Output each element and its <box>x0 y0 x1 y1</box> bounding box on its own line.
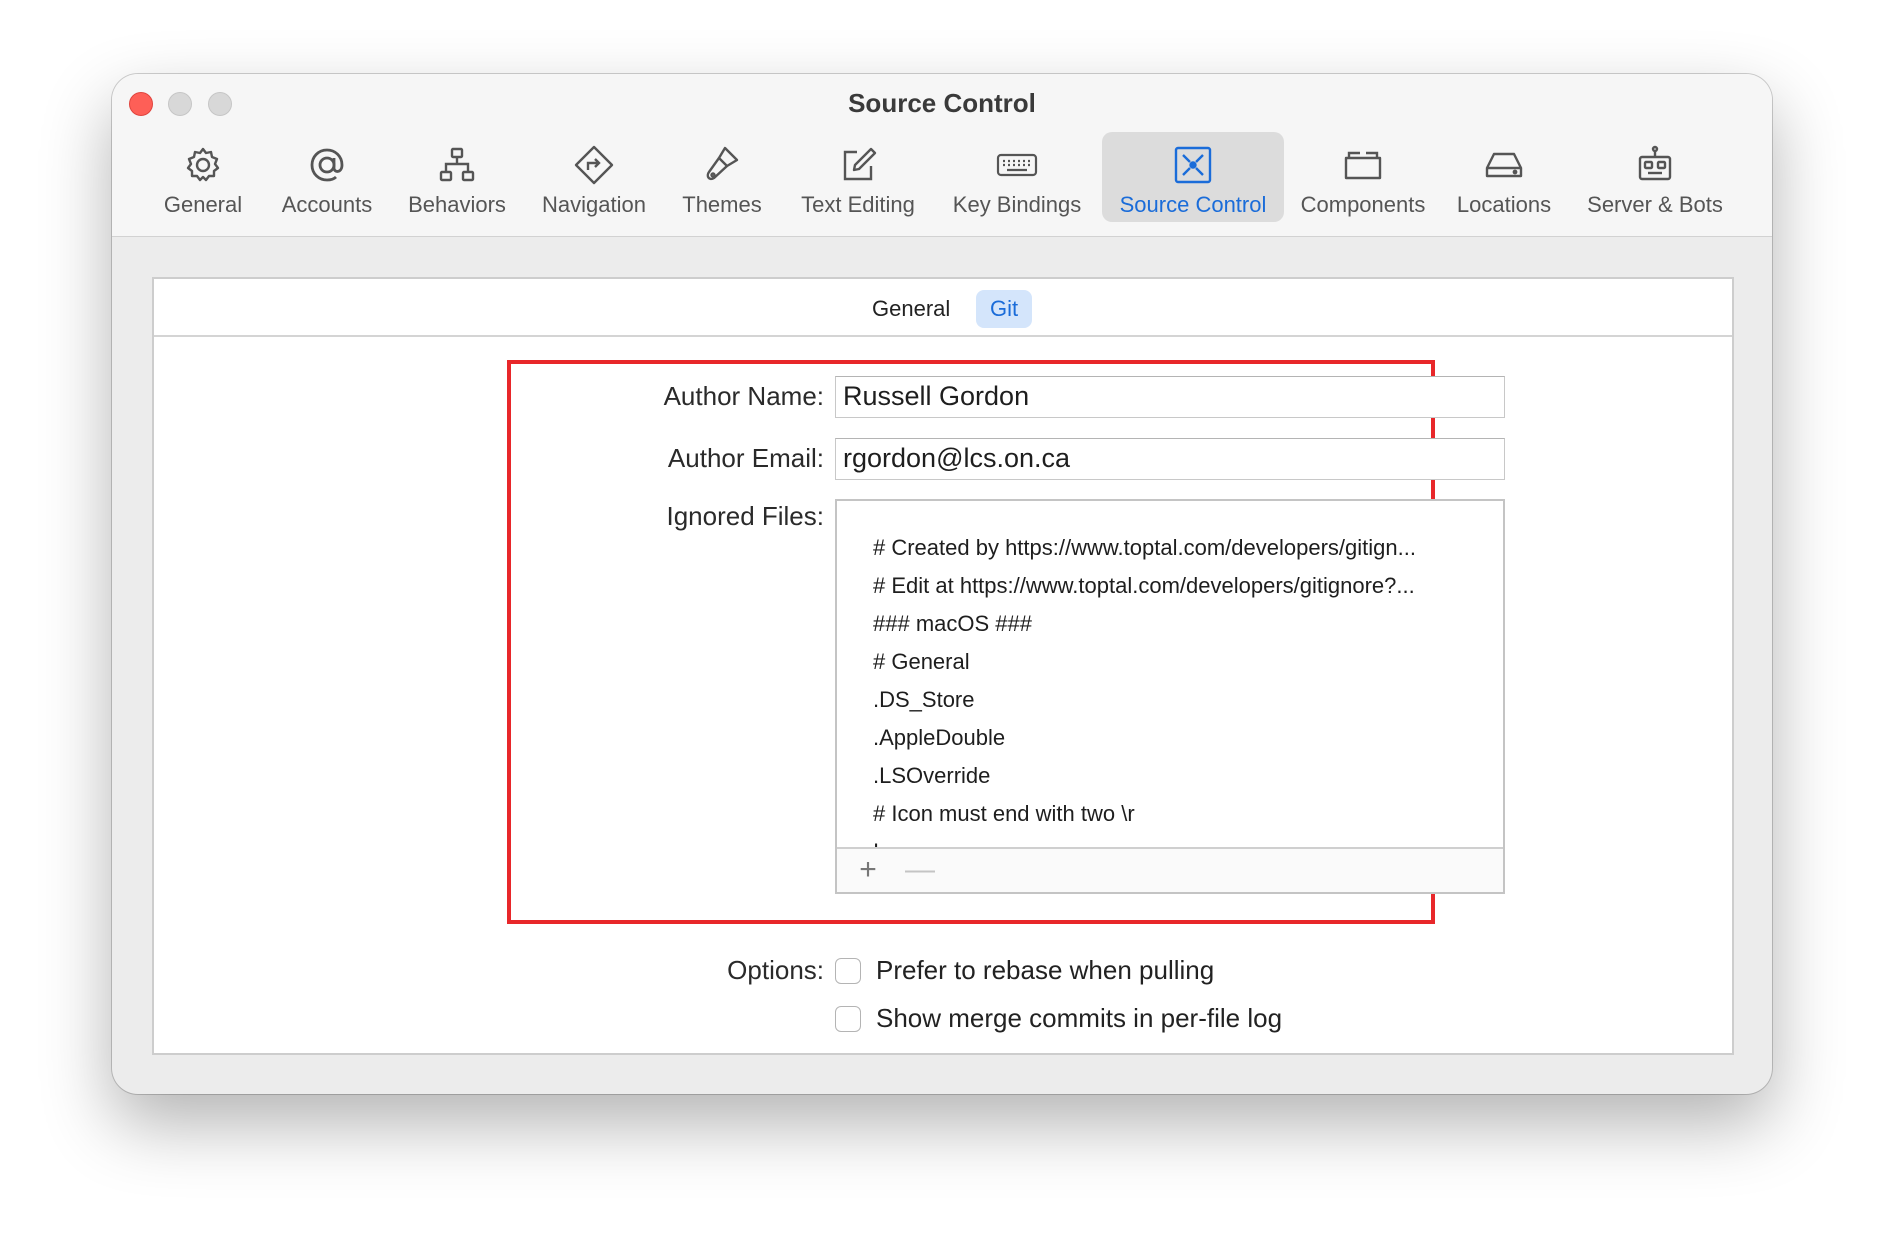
toolbar-item-server-bots[interactable]: Server & Bots <box>1580 132 1730 222</box>
merge-commits-checkbox-label[interactable]: Show merge commits in per-file log <box>876 1003 1282 1034</box>
toolbar-item-components[interactable]: Components <box>1288 132 1438 222</box>
author-name-field[interactable]: Russell Gordon <box>835 376 1505 418</box>
hierarchy-icon <box>439 147 475 182</box>
author-email-label: Author Email: <box>667 443 824 473</box>
toolbar-item-label: Server & Bots <box>1587 192 1723 217</box>
folder-box-icon <box>1344 151 1382 180</box>
toolbar-item-label: Components <box>1300 192 1426 217</box>
toolbar-item-text-editing[interactable]: Text Editing <box>788 132 928 222</box>
rebase-checkbox[interactable] <box>835 958 861 984</box>
toolbar-item-key-bindings[interactable]: Key Bindings <box>942 132 1092 222</box>
preferences-toolbar: General Accounts Behaviors Navigation Th… <box>112 132 1772 226</box>
ignored-files-content[interactable]: # Created by https://www.toptal.com/deve… <box>873 529 1493 851</box>
rebase-checkbox-label[interactable]: Prefer to rebase when pulling <box>876 955 1214 986</box>
ignored-files-list[interactable]: # Created by https://www.toptal.com/deve… <box>835 499 1505 894</box>
toolbar-item-label: Key Bindings <box>952 192 1082 217</box>
title-bar: Source Control General Accounts Behavior… <box>112 74 1772 237</box>
toolbar-item-accounts[interactable]: Accounts <box>272 132 382 222</box>
options-label: Options: <box>727 955 824 985</box>
segment-git[interactable]: Git <box>976 290 1033 328</box>
gear-icon <box>186 147 220 182</box>
toolbar-item-label: Navigation <box>542 192 646 217</box>
list-footer: + — <box>837 847 1503 892</box>
add-ignored-file-button[interactable]: + <box>851 853 885 887</box>
list-item: .LSOverride <box>873 763 991 788</box>
toolbar-item-label: Locations <box>1456 192 1552 217</box>
segmented-control: General Git <box>154 279 1732 337</box>
toolbar-item-locations[interactable]: Locations <box>1442 132 1566 222</box>
merge-commits-checkbox[interactable] <box>835 1006 861 1032</box>
direction-sign-icon <box>574 145 614 185</box>
toolbar-item-general[interactable]: General <box>148 132 258 222</box>
toolbar-item-source-control[interactable]: Source Control <box>1102 132 1284 222</box>
toolbar-item-label: Themes <box>682 192 762 217</box>
list-item: .AppleDouble <box>873 725 1006 750</box>
list-item: # Created by https://www.toptal.com/deve… <box>873 535 1416 560</box>
list-item: # General <box>873 649 970 674</box>
list-item: # Icon must end with two \r <box>873 801 1135 826</box>
window-title: Source Control <box>848 88 1036 118</box>
source-control-icon <box>1174 146 1212 184</box>
toolbar-item-label: Text Editing <box>801 192 915 217</box>
drive-icon <box>1485 152 1523 178</box>
toolbar-item-label: Source Control <box>1119 192 1267 217</box>
ignored-files-label: Ignored Files: <box>666 501 824 531</box>
keyboard-icon <box>996 153 1038 177</box>
git-settings-panel: General Git Author Name: Russell Gordon … <box>152 277 1734 1055</box>
list-item: # Edit at https://www.toptal.com/develop… <box>873 573 1415 598</box>
toolbar-item-themes[interactable]: Themes <box>672 132 772 222</box>
at-sign-icon <box>310 148 344 182</box>
paintbrush-icon <box>706 146 739 181</box>
remove-ignored-file-button[interactable]: — <box>903 853 937 887</box>
toolbar-item-behaviors[interactable]: Behaviors <box>400 132 514 222</box>
author-email-field[interactable]: rgordon@lcs.on.ca <box>835 438 1505 480</box>
toolbar-item-navigation[interactable]: Navigation <box>532 132 656 222</box>
preferences-window: Source Control General Accounts Behavior… <box>112 74 1772 1094</box>
toolbar-item-label: General <box>163 192 243 217</box>
robot-icon <box>1638 145 1672 181</box>
segment-general[interactable]: General <box>858 290 964 328</box>
list-item: ### macOS ### <box>873 611 1032 636</box>
toolbar-item-label: Behaviors <box>408 192 506 217</box>
author-name-label: Author Name: <box>663 381 824 411</box>
toolbar-item-label: Accounts <box>281 192 373 217</box>
pencil-square-icon <box>843 147 877 181</box>
list-item: .DS_Store <box>873 687 975 712</box>
